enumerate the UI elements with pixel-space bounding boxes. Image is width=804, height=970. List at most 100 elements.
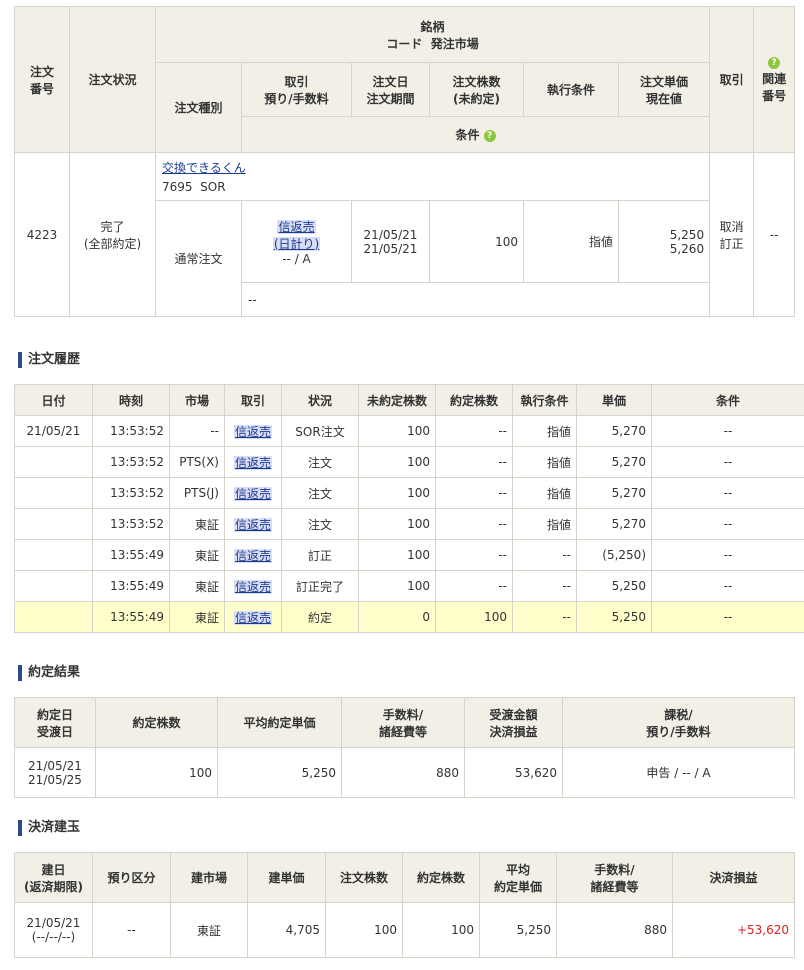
header-exec: 執行条件 xyxy=(523,62,619,117)
order-actions[interactable]: 取消 訂正 xyxy=(709,152,755,317)
history-header-cell: 単価 xyxy=(576,384,652,416)
history-cell: -- xyxy=(651,508,804,540)
header-status: 注文状況 xyxy=(69,6,156,153)
history-cell: (5,250) xyxy=(576,539,652,571)
history-header-cell: 未約定株数 xyxy=(358,384,436,416)
history-cell: -- xyxy=(435,539,513,571)
settle-cell: 880 xyxy=(556,902,673,958)
history-cell: 指値 xyxy=(512,477,577,509)
stock-name-link[interactable]: 交換できるくん xyxy=(162,159,709,176)
order-type: 通常注文 xyxy=(155,200,242,317)
history-cell: SOR注文 xyxy=(281,415,359,447)
settle-profit: +53,620 xyxy=(672,902,795,958)
order-no: 4223 xyxy=(14,152,70,317)
settle-header-cell: 注文株数 xyxy=(325,852,403,903)
result-header-cell: 約定日 受渡日 xyxy=(14,697,96,748)
history-cell: 注文 xyxy=(281,477,359,509)
settle-header-cell: 建日 (返済期限) xyxy=(14,852,93,903)
stock-code-market: 7695 SOR xyxy=(162,180,226,194)
history-cell: 信返売 xyxy=(224,539,282,571)
torihiki-link[interactable]: 信返売 xyxy=(233,579,272,594)
result-table: 約定日 受渡日 約定株数 平均約定単価 手数料/ 諸経費等 受渡金額 決済損益 課税/ 預… xyxy=(14,697,795,798)
history-cell: 信返売 xyxy=(224,570,282,602)
torihiki-link[interactable]: 信返売 xyxy=(233,548,272,563)
header-torikeshi: 取引 xyxy=(709,6,755,153)
settle-header-cell: 決済損益 xyxy=(672,852,795,903)
history-cell: 東証 xyxy=(169,508,225,540)
history-header-cell: 約定株数 xyxy=(435,384,513,416)
header-order-no: 注文 番号 xyxy=(14,6,70,153)
history-cell: -- xyxy=(651,415,804,447)
torihiki-link[interactable]: 信返売 xyxy=(233,424,272,439)
history-cell: 指値 xyxy=(512,415,577,447)
settle-cell: 4,705 xyxy=(247,902,326,958)
history-cell: 指値 xyxy=(512,508,577,540)
history-cell: 13:53:52 xyxy=(92,477,170,509)
history-cell: 注文 xyxy=(281,508,359,540)
history-cell: 信返売 xyxy=(224,446,282,478)
history-cell xyxy=(14,539,93,571)
history-cell: 100 xyxy=(358,570,436,602)
history-cell: 5,250 xyxy=(576,570,652,602)
settle-header-cell: 預り区分 xyxy=(92,852,171,903)
settle-header-cell: 手数料/ 諸経費等 xyxy=(556,852,673,903)
torihiki-link[interactable]: 信返売 xyxy=(233,455,272,470)
torihiki-link[interactable]: 信返売 xyxy=(277,219,316,234)
torihiki-link[interactable]: 信返売 xyxy=(233,610,272,625)
history-cell: 東証 xyxy=(169,539,225,571)
history-cell: 信返売 xyxy=(224,415,282,447)
help-icon[interactable]: ? xyxy=(483,129,496,142)
order-fee: -- / A xyxy=(282,251,311,266)
header-order-type: 注文種別 xyxy=(155,62,242,153)
torihiki-link[interactable]: 信返売 xyxy=(233,486,272,501)
history-cell: 13:53:52 xyxy=(92,446,170,478)
history-cell: -- xyxy=(512,601,577,633)
settle-cell: 5,250 xyxy=(479,902,557,958)
table-row: 13:55:49 東証 信返売 約定 0 100 -- 5,250 -- xyxy=(14,601,804,633)
history-header-cell: 取引 xyxy=(224,384,282,416)
settle-cell: -- xyxy=(92,902,171,958)
result-cell: 申告 / -- / A xyxy=(562,747,795,798)
order-joken: -- xyxy=(240,282,711,317)
history-cell: 13:53:52 xyxy=(92,508,170,540)
result-cell: 100 xyxy=(95,747,218,798)
result-cell: 880 xyxy=(341,747,465,798)
settle-table: 建日 (返済期限) 預り区分 建市場 建単価 注文株数 約定株数 平均 約定単価 手数料/ 諸… xyxy=(14,852,795,958)
order-dates: 21/05/21 21/05/21 xyxy=(351,200,430,283)
order-status: 完了 (全部約定) xyxy=(69,152,156,317)
history-cell: 5,270 xyxy=(576,508,652,540)
torihiki-link[interactable]: 信返売 xyxy=(233,517,272,532)
daytrade-link[interactable]: (日計り) xyxy=(272,236,321,251)
header-price: 注文単価 現在値 xyxy=(617,62,711,117)
history-cell: -- xyxy=(435,446,513,478)
settle-header-cell: 建単価 xyxy=(247,852,326,903)
history-header-cell: 時刻 xyxy=(92,384,170,416)
history-cell: 訂正完了 xyxy=(281,570,359,602)
header-qty: 注文株数 (未約定) xyxy=(429,62,524,117)
header-meigara-label: 銘柄 xyxy=(420,19,445,34)
help-icon[interactable]: ? xyxy=(768,57,781,69)
history-cell: 東証 xyxy=(169,570,225,602)
history-cell xyxy=(14,570,93,602)
order-torihiki: 信返売 (日計り) -- / A xyxy=(241,200,352,283)
history-cell: 13:53:52 xyxy=(92,415,170,447)
history-cell: 信返売 xyxy=(224,601,282,633)
history-cell: 指値 xyxy=(512,446,577,478)
settle-title: 決済建玉 xyxy=(18,820,80,836)
history-cell: -- xyxy=(512,570,577,602)
header-joken-label: 条件 xyxy=(455,128,480,142)
history-cell: -- xyxy=(651,477,804,509)
history-cell: 信返売 xyxy=(224,508,282,540)
result-cell: 21/05/21 21/05/25 xyxy=(14,747,96,798)
header-order-date: 注文日 注文期間 xyxy=(351,62,430,117)
order-prices: 5,250 5,260 xyxy=(617,200,711,283)
history-cell: 13:55:49 xyxy=(92,601,170,633)
history-cell xyxy=(14,601,93,633)
result-cell: 53,620 xyxy=(464,747,563,798)
history-cell xyxy=(14,446,93,478)
order-qty: 100 xyxy=(429,200,524,283)
order-table: 注文 番号 注文状況 銘柄 コード 発注市場 取引 ? 関連 番号 注文種別 取… xyxy=(14,6,796,317)
order-stock: 交換できるくん 7695 SOR xyxy=(154,152,711,201)
table-row: 13:55:49 東証 信返売 訂正 100 -- -- (5,250) -- xyxy=(14,539,804,571)
history-cell: 100 xyxy=(358,477,436,509)
